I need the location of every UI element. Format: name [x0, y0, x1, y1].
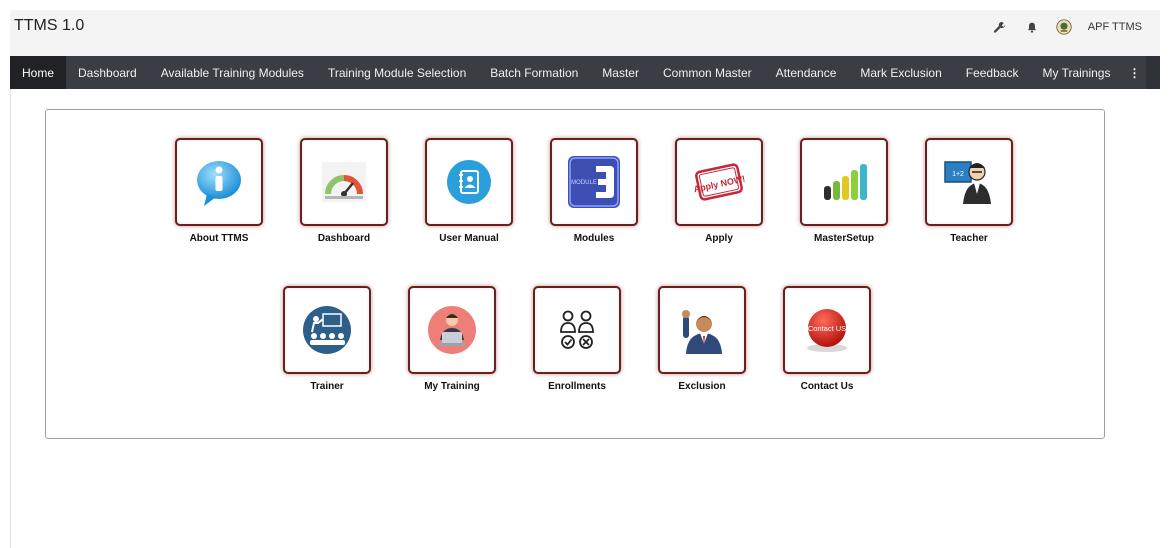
manual-icon: [447, 160, 491, 204]
app-title: TTMS 1.0: [14, 17, 85, 34]
tile-about-ttms-label: About TTMS: [189, 233, 249, 244]
tile-about-ttms[interactable]: About TTMS: [164, 138, 274, 244]
top-header: TTMS 1.0 APF TTMS: [10, 10, 1160, 56]
tile-contact-us-label: Contact Us: [800, 381, 854, 392]
raised-hand-icon: [682, 310, 722, 354]
trainer-icon: [303, 306, 351, 354]
tile-enrollments-box[interactable]: [533, 286, 621, 374]
module-icon: MODULE: [568, 156, 620, 208]
nav-master[interactable]: Master: [590, 56, 651, 89]
tile-my-training[interactable]: My Training: [397, 286, 507, 392]
tile-teacher-label: Teacher: [950, 233, 988, 244]
teacher-icon: 1+2: [944, 161, 991, 204]
header-actions: APF TTMS: [992, 19, 1142, 35]
nav-my-trainings[interactable]: My Trainings: [1030, 56, 1122, 89]
nav-available-training-modules[interactable]: Available Training Modules: [149, 56, 316, 89]
nav-attendance[interactable]: Attendance: [764, 56, 849, 89]
tile-my-training-label: My Training: [424, 381, 480, 392]
svg-text:1+2: 1+2: [952, 171, 964, 178]
apply-stamp-icon: Apply NOW!: [693, 163, 746, 201]
tile-exclusion-label: Exclusion: [678, 381, 726, 392]
nav-common-master[interactable]: Common Master: [651, 56, 764, 89]
nav-training-module-selection[interactable]: Training Module Selection: [316, 56, 478, 89]
tile-exclusion-box[interactable]: [658, 286, 746, 374]
tile-trainer-label: Trainer: [310, 381, 344, 392]
navbar-filler: [1146, 56, 1160, 89]
nav-home[interactable]: Home: [10, 56, 67, 89]
quick-links-panel: About TTMS Dashboard User Manual MODULE …: [45, 109, 1105, 439]
tile-trainer[interactable]: Trainer: [272, 286, 382, 392]
info-icon: [197, 161, 241, 206]
tile-apply[interactable]: Apply NOW! Apply: [664, 138, 774, 244]
nav-feedback[interactable]: Feedback: [954, 56, 1031, 89]
nav-dashboard[interactable]: Dashboard: [66, 56, 149, 89]
tile-mastersetup-box[interactable]: [800, 138, 888, 226]
wrench-icon[interactable]: [992, 19, 1008, 35]
nav-batch-formation[interactable]: Batch Formation: [478, 56, 590, 89]
tile-user-manual[interactable]: User Manual: [414, 138, 524, 244]
tile-exclusion[interactable]: Exclusion: [647, 286, 757, 392]
gauge-icon: [322, 162, 366, 202]
tile-dashboard-label: Dashboard: [317, 233, 371, 244]
bell-icon[interactable]: [1024, 19, 1040, 35]
app-window: TTMS 1.0 APF TTMS Home Dashboard Availab…: [10, 10, 1160, 548]
nav-more-menu[interactable]: ⋮: [1122, 56, 1146, 89]
tile-dashboard[interactable]: Dashboard: [289, 138, 399, 244]
tile-contact-us-box[interactable]: Contact US: [783, 286, 871, 374]
tile-teacher[interactable]: 1+2 Teacher: [914, 138, 1024, 244]
tile-modules-box[interactable]: MODULE: [550, 138, 638, 226]
laptop-user-icon: [428, 306, 476, 354]
contact-button-text: Contact US: [808, 324, 846, 333]
tile-dashboard-box[interactable]: [300, 138, 388, 226]
nav-mark-exclusion[interactable]: Mark Exclusion: [848, 56, 953, 89]
tile-modules[interactable]: MODULE Modules: [539, 138, 649, 244]
tile-mastersetup[interactable]: MasterSetup: [789, 138, 899, 244]
main-navbar: Home Dashboard Available Training Module…: [10, 56, 1160, 89]
tile-teacher-box[interactable]: 1+2: [925, 138, 1013, 226]
tile-apply-box[interactable]: Apply NOW!: [675, 138, 763, 226]
tile-enrollments-label: Enrollments: [548, 381, 606, 392]
tile-user-manual-box[interactable]: [425, 138, 513, 226]
tile-mastersetup-label: MasterSetup: [813, 233, 874, 244]
tile-contact-us[interactable]: Contact US Contact Us: [772, 286, 882, 392]
tile-user-manual-label: User Manual: [439, 233, 499, 244]
tile-my-training-box[interactable]: [408, 286, 496, 374]
contact-button-icon: Contact US: [807, 309, 847, 352]
tile-modules-label: Modules: [573, 233, 615, 244]
tile-about-ttms-box[interactable]: [175, 138, 263, 226]
tile-apply-label: Apply: [705, 233, 733, 244]
tile-trainer-box[interactable]: [283, 286, 371, 374]
enrollments-icon: [560, 310, 594, 349]
tile-enrollments[interactable]: Enrollments: [522, 286, 632, 392]
user-name[interactable]: APF TTMS: [1088, 21, 1142, 33]
module-icon-text: MODULE: [571, 180, 597, 186]
bar-chart-icon: [824, 164, 867, 200]
emblem-icon[interactable]: [1056, 19, 1072, 35]
home-content: About TTMS Dashboard User Manual MODULE …: [10, 89, 1160, 548]
